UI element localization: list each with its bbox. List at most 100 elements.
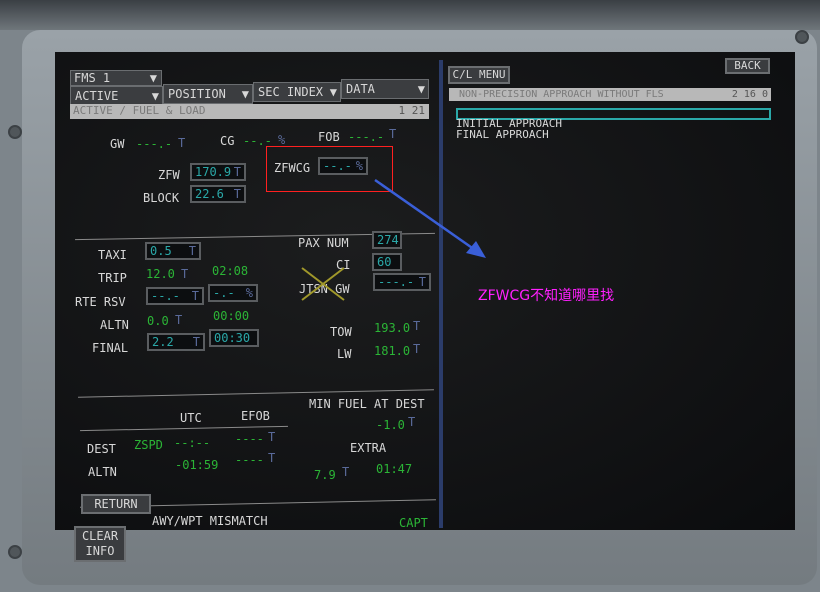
block-value: 22.6 bbox=[195, 187, 224, 201]
screw-icon bbox=[8, 125, 22, 139]
unit: T bbox=[268, 430, 276, 444]
unit: T bbox=[181, 267, 189, 281]
unit: % bbox=[245, 286, 253, 300]
fms-select[interactable]: FMS 1 ▼ bbox=[70, 70, 162, 86]
screw-icon bbox=[8, 545, 22, 559]
menu-label: SEC INDEX bbox=[258, 85, 324, 99]
altn-time: 00:00 bbox=[213, 309, 250, 323]
unit: T bbox=[413, 342, 421, 356]
altn-value: 0.0 bbox=[147, 314, 169, 328]
unit: T bbox=[175, 313, 183, 327]
unit: T bbox=[389, 127, 397, 141]
cg-label: CG bbox=[220, 134, 235, 148]
rte-rsv-field[interactable]: --.- T bbox=[146, 287, 204, 305]
final-time: 00:30 bbox=[214, 331, 251, 345]
utc-header: UTC bbox=[180, 411, 202, 425]
unit: T bbox=[192, 335, 200, 349]
block-field[interactable]: 22.6 T bbox=[190, 185, 246, 203]
extra-value: 7.9 bbox=[314, 468, 336, 482]
taxi-label: TAXI bbox=[98, 248, 127, 262]
chevron-down-icon: ▼ bbox=[241, 87, 249, 101]
unit: T bbox=[191, 289, 199, 303]
extra-time: 01:47 bbox=[376, 462, 413, 476]
top-bar bbox=[0, 0, 820, 30]
unit: T bbox=[178, 136, 186, 150]
altn-dest-label: ALTN bbox=[88, 465, 117, 479]
menu-sec-index[interactable]: SEC INDEX ▼ bbox=[253, 82, 341, 102]
extra-label: EXTRA bbox=[350, 441, 387, 455]
menu-label: DATA bbox=[346, 82, 375, 96]
unit: T bbox=[418, 275, 426, 289]
unit: T bbox=[268, 451, 276, 465]
unit: T bbox=[408, 415, 416, 429]
efob-header: EFOB bbox=[241, 409, 270, 423]
unit: T bbox=[233, 187, 241, 201]
checklist-title: NON-PRECISION APPROACH WITHOUT FLS 2 16 0 bbox=[449, 88, 771, 101]
chevron-down-icon: ▼ bbox=[149, 71, 157, 85]
menu-label: POSITION bbox=[168, 87, 226, 101]
taxi-field[interactable]: 0.5 T bbox=[145, 242, 201, 260]
rte-rsv-label: RTE RSV bbox=[75, 295, 126, 309]
zfw-value: 170.9 bbox=[195, 165, 232, 179]
dest-efob: ---- bbox=[235, 432, 264, 446]
altn-label: ALTN bbox=[100, 318, 129, 332]
final-field[interactable]: 2.2 T bbox=[147, 333, 205, 351]
zfw-label: ZFW bbox=[158, 168, 180, 182]
menu-position[interactable]: POSITION ▼ bbox=[163, 84, 253, 104]
page-title-text: ACTIVE / FUEL & LOAD bbox=[73, 104, 206, 117]
gw-value: ---.- bbox=[136, 137, 173, 151]
menu-active[interactable]: ACTIVE ▼ bbox=[70, 86, 163, 106]
tow-value: 193.0 bbox=[374, 321, 411, 335]
annotation-arrow-icon bbox=[374, 178, 486, 258]
final-time-field[interactable]: 00:30 bbox=[209, 329, 259, 347]
chevron-down-icon: ▼ bbox=[151, 89, 159, 103]
block-label: BLOCK bbox=[143, 191, 180, 205]
cl-menu-button[interactable]: C/L MENU bbox=[448, 66, 510, 84]
trip-value: 12.0 bbox=[146, 267, 175, 281]
tow-label: TOW bbox=[330, 325, 352, 339]
pax-label: PAX NUM bbox=[298, 236, 349, 250]
lw-label: LW bbox=[337, 347, 352, 361]
unit: T bbox=[413, 319, 421, 333]
dest-airport: ZSPD bbox=[134, 438, 163, 452]
altn-utc: -01:59 bbox=[175, 458, 219, 472]
fms-label: FMS 1 bbox=[74, 71, 111, 85]
unit: T bbox=[342, 465, 350, 479]
zfw-field[interactable]: 170.9 T bbox=[190, 163, 246, 181]
message-text: AWY/WPT MISMATCH bbox=[152, 514, 268, 528]
crossed-out-icon bbox=[301, 267, 345, 301]
menu-data[interactable]: DATA ▼ bbox=[341, 79, 429, 99]
final-value: 2.2 bbox=[152, 335, 174, 349]
trip-time: 02:08 bbox=[212, 264, 249, 278]
return-button[interactable]: RETURN bbox=[81, 494, 151, 514]
chevron-down-icon: ▼ bbox=[417, 82, 425, 96]
fob-value: ---.- bbox=[348, 130, 385, 144]
rte-rsv-pct-field[interactable]: -.-% bbox=[208, 284, 258, 302]
screw-icon bbox=[795, 30, 809, 44]
checklist-item[interactable]: FINAL APPROACH bbox=[456, 128, 549, 141]
annotation-text: ZFWCG不知道哪里找 bbox=[478, 288, 615, 304]
taxi-value: 0.5 bbox=[150, 244, 172, 258]
rte-rsv-value: --.- bbox=[151, 289, 180, 303]
min-fuel-label: MIN FUEL AT DEST bbox=[309, 397, 425, 411]
clear-info-button[interactable]: CLEAR INFO bbox=[74, 526, 126, 562]
capt-indicator: CAPT bbox=[399, 516, 428, 530]
trip-label: TRIP bbox=[98, 271, 127, 285]
jtsn-gw-field[interactable]: ---.- T bbox=[373, 273, 431, 291]
checklist-title-text: NON-PRECISION APPROACH WITHOUT FLS bbox=[459, 89, 664, 100]
unit: T bbox=[233, 165, 241, 179]
panel-separator bbox=[439, 60, 443, 528]
menu-label: ACTIVE bbox=[75, 89, 119, 103]
jtsn-gw-value: ---.- bbox=[378, 275, 415, 289]
final-label: FINAL bbox=[92, 341, 129, 355]
altn-efob: ---- bbox=[235, 453, 264, 467]
page-title: ACTIVE / FUEL & LOAD 1 21 bbox=[70, 104, 429, 119]
dest-label: DEST bbox=[87, 442, 116, 456]
back-button[interactable]: BACK bbox=[725, 58, 770, 74]
lw-value: 181.0 bbox=[374, 344, 411, 358]
fob-label: FOB bbox=[318, 130, 340, 144]
checklist-page: 2 16 0 bbox=[731, 89, 768, 100]
rte-rsv-pct: -.- bbox=[213, 286, 235, 300]
min-fuel-value: -1.0 bbox=[376, 418, 405, 432]
unit: % bbox=[278, 133, 286, 147]
